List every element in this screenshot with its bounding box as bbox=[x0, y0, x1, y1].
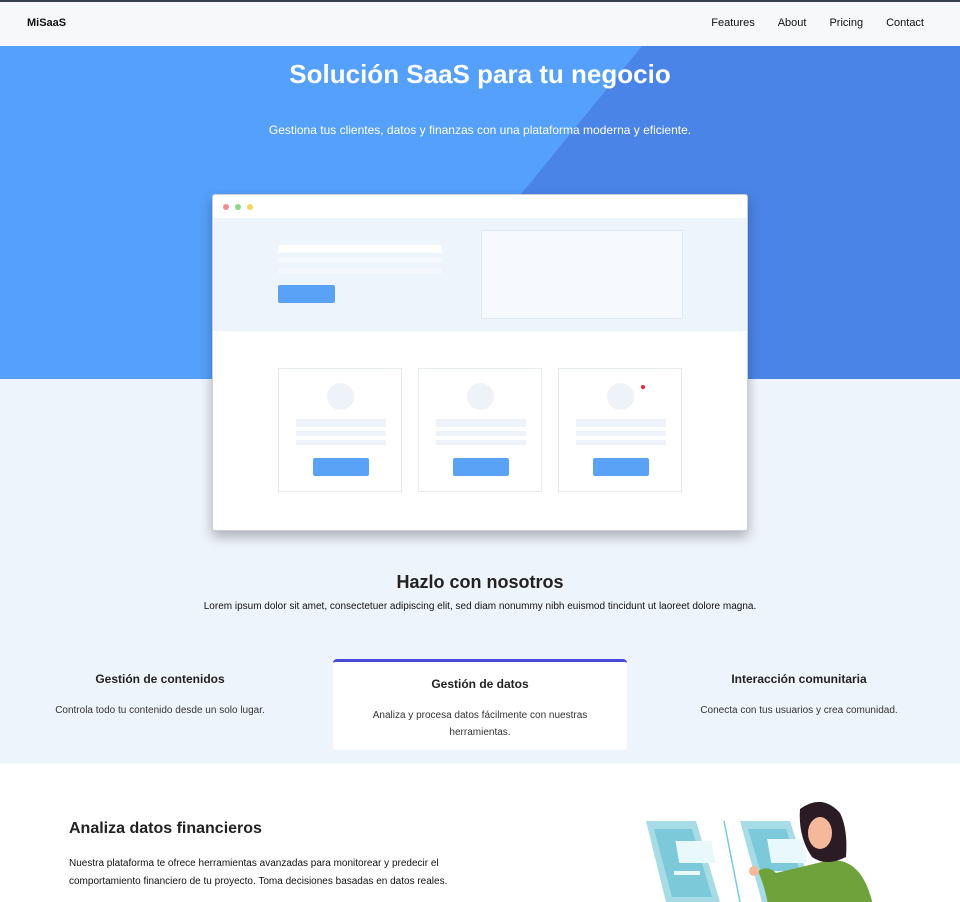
mockup-image-panel bbox=[481, 230, 683, 319]
feature-card-contents[interactable]: Gestión de contenidos Controla todo tu c… bbox=[30, 672, 290, 719]
mockup-card bbox=[558, 368, 682, 492]
woman-dashboard-illustration bbox=[646, 801, 872, 902]
browser-mockup bbox=[212, 194, 748, 531]
section-lead: Lorem ipsum dolor sit amet, consectetuer… bbox=[203, 601, 757, 612]
hero-title: Solución SaaS para tu negocio bbox=[289, 59, 671, 89]
mockup-avatar-icon bbox=[327, 383, 354, 410]
mockup-card-line bbox=[296, 419, 386, 427]
mockup-avatar-icon bbox=[467, 383, 494, 410]
close-dot-icon bbox=[223, 204, 229, 210]
mockup-avatar-icon bbox=[607, 383, 634, 410]
mockup-card-button bbox=[593, 458, 649, 476]
mockup-card-line bbox=[296, 431, 386, 436]
finance-title: Analiza datos financieros bbox=[69, 820, 262, 837]
window-controls bbox=[223, 204, 253, 210]
feature-text: Controla todo tu contenido desde un solo… bbox=[55, 705, 265, 716]
mockup-card-line bbox=[436, 440, 526, 445]
nav-link-features[interactable]: Features bbox=[711, 17, 754, 29]
mockup-card-button bbox=[313, 458, 369, 476]
feature-text: Conecta con tus usuarios y crea comunida… bbox=[700, 705, 898, 716]
nav-link-contact[interactable]: Contact bbox=[886, 17, 924, 29]
feature-card-community[interactable]: Interacción comunitaria Conecta con tus … bbox=[668, 672, 930, 719]
finance-section: Analiza datos financieros Nuestra plataf… bbox=[0, 763, 960, 902]
hero-subtitle: Gestiona tus clientes, datos y finanzas … bbox=[268, 123, 692, 137]
mockup-text-line bbox=[278, 268, 442, 274]
mockup-card bbox=[418, 368, 542, 492]
brand-logo[interactable]: MiSaaS bbox=[27, 17, 66, 29]
mockup-hero-area bbox=[213, 218, 747, 331]
mockup-button bbox=[278, 285, 335, 303]
mockup-card-line bbox=[576, 419, 666, 427]
mockup-card-button bbox=[453, 458, 509, 476]
feature-text: Analiza y procesa datos fácilmente con n… bbox=[372, 710, 588, 738]
mockup-card-line bbox=[436, 431, 526, 436]
mockup-card-line bbox=[576, 440, 666, 445]
section-title: Hazlo con nosotros bbox=[396, 572, 564, 592]
feature-card-data-active[interactable]: Gestión de datos Analiza y procesa datos… bbox=[333, 659, 627, 750]
finance-text: Nuestra plataforma te ofrece herramienta… bbox=[69, 858, 448, 887]
mockup-title-line bbox=[278, 245, 442, 253]
minimize-dot-icon bbox=[247, 204, 253, 210]
maximize-dot-icon bbox=[235, 204, 241, 210]
feature-title: Gestión de datos bbox=[431, 677, 529, 691]
mockup-card-line bbox=[296, 440, 386, 445]
feature-title: Gestión de contenidos bbox=[95, 672, 225, 686]
mockup-text-line bbox=[278, 257, 442, 263]
nav-links: Features About Pricing Contact bbox=[711, 17, 924, 29]
mockup-card-line bbox=[576, 431, 666, 436]
nav-link-about[interactable]: About bbox=[778, 17, 807, 29]
feature-title: Interacción comunitaria bbox=[731, 672, 867, 686]
nav-link-pricing[interactable]: Pricing bbox=[829, 17, 863, 29]
notification-dot-icon bbox=[641, 385, 645, 389]
navbar: MiSaaS Features About Pricing Contact bbox=[0, 2, 960, 46]
mockup-card-line bbox=[436, 419, 526, 427]
mockup-card bbox=[278, 368, 402, 492]
